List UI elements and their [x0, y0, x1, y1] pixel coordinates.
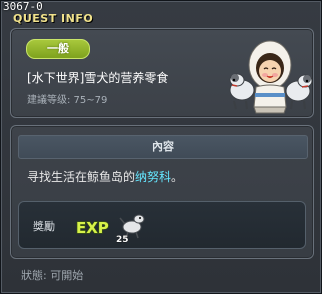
exp-dog-icon[interactable]: EXP 25 [76, 209, 146, 243]
content-section-header: 內容 [18, 135, 308, 159]
category-badge: 一般 [26, 39, 90, 59]
description-prefix: 寻找生活在鲸鱼岛的 [27, 170, 136, 184]
sled-dog-left-icon [229, 73, 255, 110]
quest-header-panel: 一般 [水下世界]雪犬的营养零食 建議等级: 75~79 [10, 28, 314, 118]
quest-description: 寻找生活在鲸鱼岛的纳努科。 [27, 168, 183, 185]
reward-label: 獎勵 [33, 220, 55, 233]
quest-info-window: 3067-0 QUEST INFO 一般 [水下世界]雪犬的营养零食 建議等级:… [0, 0, 322, 294]
npc-eskimo-icon [229, 40, 312, 114]
quest-content-panel: 內容 寻找生活在鲸鱼岛的纳努科。 獎勵 EXP 25 [10, 125, 314, 259]
exp-text: EXP [76, 219, 109, 237]
sled-dog-right-icon [285, 74, 312, 110]
exp-amount: 25 [116, 235, 129, 243]
reward-box: 獎勵 EXP 25 [18, 201, 306, 249]
quest-name: [水下世界]雪犬的营养零食 [27, 71, 169, 85]
window-title: QUEST INFO [13, 12, 94, 25]
npc-name-link[interactable]: 纳努科 [135, 170, 171, 184]
quest-level-requirement: 建議等级: 75~79 [27, 95, 108, 106]
quest-status: 狀態: 可開始 [21, 269, 84, 282]
description-suffix: 。 [171, 170, 184, 184]
